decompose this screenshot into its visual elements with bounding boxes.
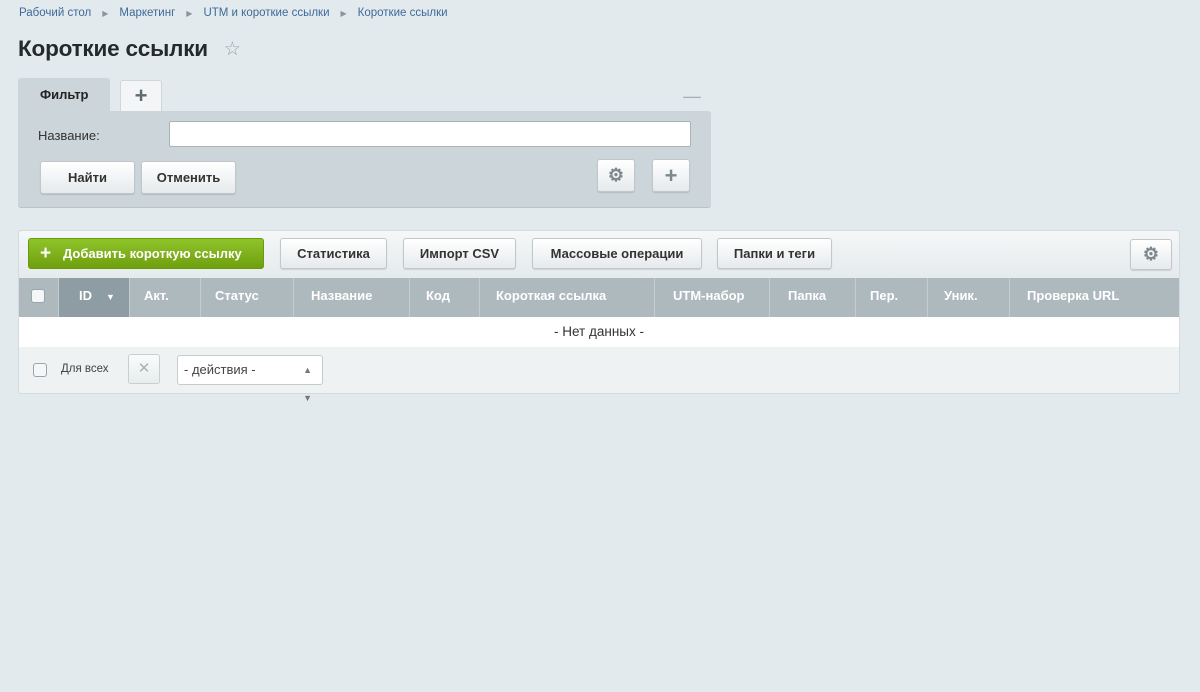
title-row: Короткие ссылки ☆: [18, 36, 241, 62]
breadcrumb-separator-icon: ▶: [340, 8, 347, 18]
statistics-button[interactable]: Статистика: [280, 238, 387, 269]
breadcrumb: Рабочий стол ▶ Маркетинг ▶ UTM и коротки…: [19, 7, 448, 19]
column-header-name[interactable]: Название: [294, 278, 410, 317]
filter-body: Название: Найти Отменить ⚙ +: [18, 111, 711, 208]
column-header-clicks[interactable]: Пер.: [856, 278, 928, 317]
plus-icon: +: [40, 243, 52, 264]
grid-settings-gear-icon[interactable]: ⚙: [1130, 239, 1172, 270]
tab-filter[interactable]: Фильтр: [18, 78, 110, 111]
empty-row: - Нет данных -: [19, 317, 1179, 347]
column-header-url-check[interactable]: Проверка URL: [1010, 278, 1179, 317]
import-csv-button[interactable]: Импорт CSV: [403, 238, 516, 269]
breadcrumb-item-utm[interactable]: UTM и короткие ссылки: [203, 7, 329, 19]
folders-tags-button[interactable]: Папки и теги: [717, 238, 832, 269]
column-header-folder[interactable]: Папка: [770, 278, 856, 317]
for-all-checkbox[interactable]: [33, 363, 47, 377]
for-all-label: Для всех: [61, 363, 109, 375]
column-header-unique[interactable]: Уник.: [928, 278, 1010, 317]
column-header-utm-set[interactable]: UTM-набор: [655, 278, 770, 317]
select-all-checkbox[interactable]: [31, 288, 45, 303]
column-header-active[interactable]: Акт.: [130, 278, 201, 317]
collapse-icon[interactable]: —: [683, 86, 701, 107]
column-header-id[interactable]: ID ▼: [59, 278, 130, 317]
select-all-header: [19, 278, 59, 317]
breadcrumb-item-current[interactable]: Короткие ссылки: [358, 7, 448, 19]
filter-settings-gear-icon[interactable]: ⚙: [597, 159, 635, 192]
table-header: ID ▼ Акт. Статус Название Код Короткая сс…: [19, 278, 1179, 317]
actions-select-value: - действия -: [184, 362, 256, 377]
add-short-link-button[interactable]: + Добавить короткую ссылку: [28, 238, 264, 269]
select-arrows-icon: ▲ ▼: [303, 365, 312, 403]
breadcrumb-item-marketing[interactable]: Маркетинг: [119, 7, 175, 19]
star-icon[interactable]: ☆: [224, 40, 241, 59]
column-header-code[interactable]: Код: [410, 278, 480, 317]
breadcrumb-separator-icon: ▶: [102, 8, 109, 18]
add-filter-field-icon[interactable]: +: [652, 159, 690, 192]
find-button[interactable]: Найти: [40, 161, 135, 194]
cancel-button[interactable]: Отменить: [141, 161, 236, 194]
filter-panel: Фильтр + — Название: Найти Отменить ⚙ +: [18, 78, 711, 208]
breadcrumb-separator-icon: ▶: [186, 8, 193, 18]
sort-down-icon: ▼: [106, 292, 115, 302]
delete-icon[interactable]: ✕: [128, 354, 160, 384]
mass-operations-button[interactable]: Массовые операции: [532, 238, 702, 269]
links-grid: + Добавить короткую ссылку Статистика Им…: [18, 230, 1180, 403]
breadcrumb-item-desktop[interactable]: Рабочий стол: [19, 7, 91, 19]
page-title: Короткие ссылки: [18, 36, 208, 61]
name-label: Название:: [38, 128, 100, 143]
add-filter-tab-icon[interactable]: +: [120, 80, 162, 111]
column-header-short-link[interactable]: Короткая ссылка: [480, 278, 655, 317]
column-header-label: ID: [79, 288, 92, 303]
grid-footer: Для всех ✕ - действия - ▲ ▼: [19, 347, 1179, 403]
filter-tabs: Фильтр + —: [18, 78, 711, 111]
name-input[interactable]: [169, 121, 691, 147]
actions-select[interactable]: - действия - ▲ ▼: [177, 355, 323, 403]
grid-toolbar: + Добавить короткую ссылку Статистика Им…: [19, 231, 1179, 278]
add-short-link-label: Добавить короткую ссылку: [63, 246, 242, 261]
column-header-status[interactable]: Статус: [201, 278, 294, 317]
